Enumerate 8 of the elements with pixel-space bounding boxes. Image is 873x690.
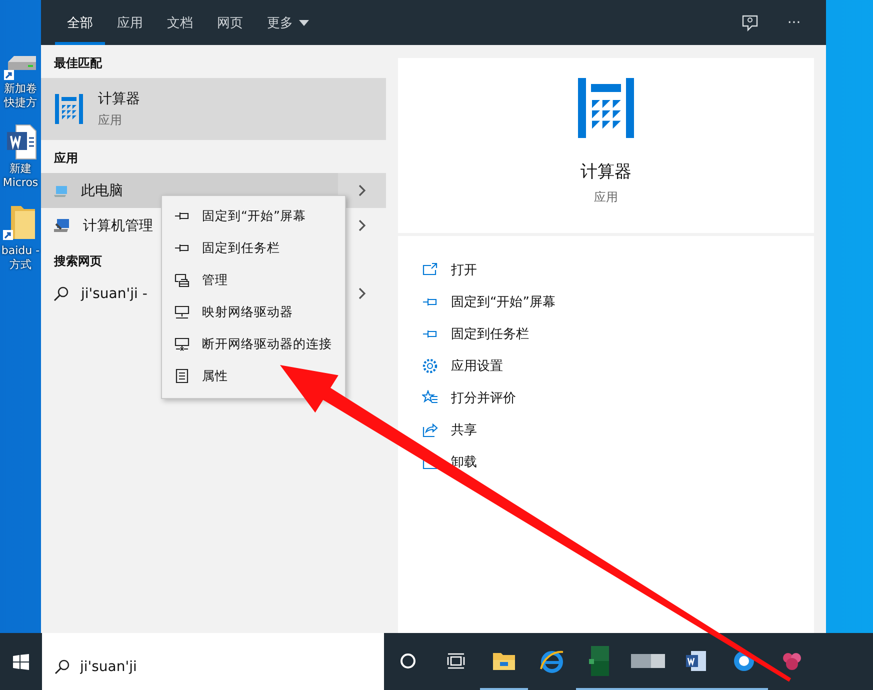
section-heading: 最佳匹配 [53, 55, 102, 72]
section-heading: 搜索网页 [52, 253, 102, 270]
app-type: 应用 [594, 189, 618, 206]
section-heading: 应用 [53, 150, 78, 167]
icon-label: 新建 Micros [2, 162, 38, 190]
icon-label: 新加卷 快捷方 [4, 82, 37, 110]
app-title: 计算器 [580, 161, 632, 183]
icon-label: baidu - 方式 [1, 244, 40, 272]
